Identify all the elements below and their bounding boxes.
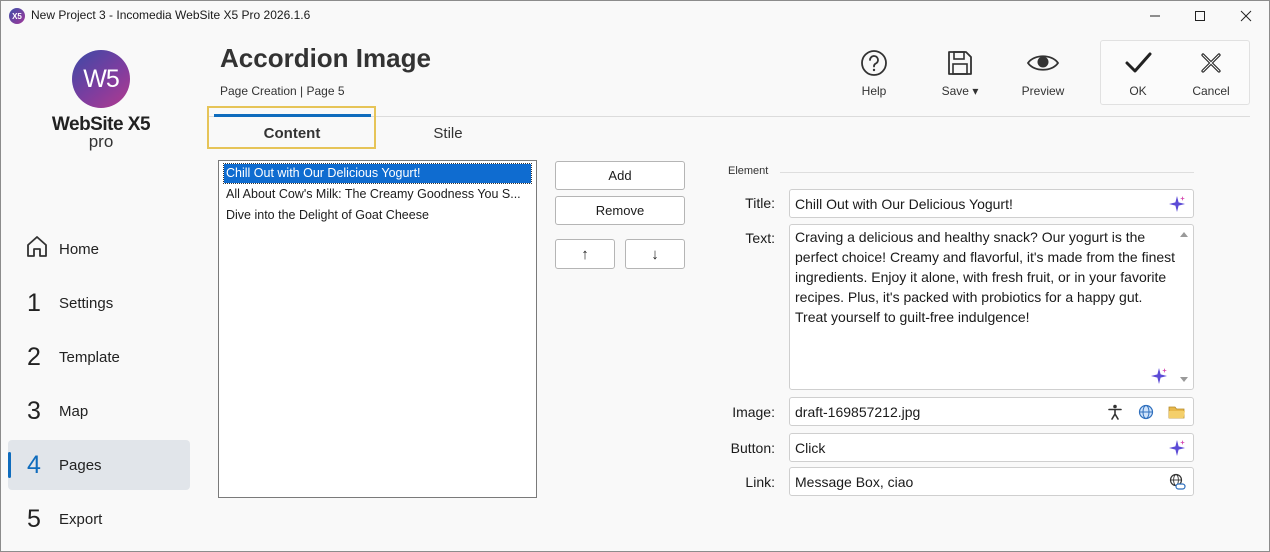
ai-sparkle-icon[interactable] bbox=[1168, 195, 1186, 213]
scroll-up-icon[interactable] bbox=[1178, 227, 1190, 241]
nav-label-template: Template bbox=[59, 348, 120, 366]
title-label: Title: bbox=[745, 195, 775, 211]
breadcrumb: Page Creation | Page 5 bbox=[220, 84, 345, 98]
nav-number: 3 bbox=[27, 396, 41, 425]
ai-sparkle-icon[interactable] bbox=[1150, 367, 1168, 385]
maximize-button[interactable] bbox=[1180, 0, 1220, 32]
maximize-icon bbox=[1195, 11, 1205, 21]
save-label: Save ▾ bbox=[941, 84, 979, 98]
link-globe-icon[interactable] bbox=[1168, 473, 1186, 491]
image-label: Image: bbox=[732, 404, 775, 420]
cancel-button[interactable]: Cancel bbox=[1176, 44, 1246, 104]
button-label: Button: bbox=[730, 440, 775, 456]
nav-item-template[interactable]: 2 Template bbox=[8, 332, 190, 382]
eye-icon bbox=[1026, 55, 1060, 71]
text-label: Text: bbox=[745, 230, 775, 246]
minimize-icon bbox=[1150, 15, 1160, 17]
button-text-field[interactable]: Click bbox=[789, 433, 1194, 462]
tab-style[interactable]: Stile bbox=[363, 118, 533, 150]
cancel-x-icon bbox=[1201, 53, 1221, 73]
preview-label: Preview bbox=[1021, 84, 1065, 98]
nav-label-settings: Settings bbox=[59, 294, 114, 312]
help-label: Help bbox=[861, 84, 887, 98]
move-down-button[interactable]: ↓ bbox=[625, 239, 685, 269]
list-item[interactable]: Dive into the Delight of Goat Cheese bbox=[224, 206, 531, 225]
button-value: Click bbox=[795, 440, 826, 456]
nav-label-export: Export bbox=[59, 510, 103, 528]
element-section-label: Element bbox=[728, 165, 769, 177]
nav-item-settings[interactable]: 1 Settings bbox=[8, 278, 190, 328]
chevron-down-icon: ▾ bbox=[972, 84, 979, 98]
image-value: draft-169857212.jpg bbox=[795, 404, 921, 420]
title-value: Chill Out with Our Delicious Yogurt! bbox=[795, 196, 1013, 212]
nav-label-pages: Pages bbox=[59, 456, 102, 474]
text-value: Craving a delicious and healthy snack? O… bbox=[795, 229, 1176, 325]
window-title: New Project 3 - Incomedia WebSite X5 Pro… bbox=[31, 8, 311, 22]
nav-item-map[interactable]: 3 Map bbox=[8, 386, 190, 436]
folder-icon[interactable] bbox=[1168, 403, 1186, 421]
text-field[interactable]: Craving a delicious and healthy snack? O… bbox=[789, 224, 1194, 390]
nav-number: 1 bbox=[27, 288, 41, 317]
globe-icon[interactable] bbox=[1137, 403, 1155, 421]
close-button[interactable] bbox=[1226, 0, 1266, 32]
logo-mark: W5 bbox=[72, 50, 130, 108]
accordion-item-list[interactable]: Chill Out with Our Delicious Yogurt! All… bbox=[218, 160, 537, 498]
minimize-button[interactable] bbox=[1135, 0, 1175, 32]
list-item[interactable]: Chill Out with Our Delicious Yogurt! bbox=[223, 163, 532, 184]
nav-number: 4 bbox=[27, 450, 41, 479]
nav-item-home[interactable]: Home bbox=[8, 224, 190, 274]
ok-label: OK bbox=[1129, 84, 1147, 98]
tab-content[interactable]: Content bbox=[207, 118, 377, 150]
logo-edition: pro bbox=[88, 132, 114, 151]
ai-sparkle-icon[interactable] bbox=[1168, 439, 1186, 457]
link-label: Link: bbox=[745, 474, 775, 490]
title-bar: X5 New Project 3 - Incomedia WebSite X5 … bbox=[0, 0, 1270, 32]
close-icon bbox=[1240, 10, 1252, 22]
help-button[interactable]: Help bbox=[839, 44, 909, 104]
section-divider bbox=[780, 172, 1194, 173]
nav-number: 2 bbox=[27, 342, 41, 371]
cancel-label: Cancel bbox=[1192, 84, 1230, 98]
app-icon: X5 bbox=[9, 8, 25, 24]
remove-button[interactable]: Remove bbox=[555, 196, 685, 225]
checkmark-icon bbox=[1125, 52, 1152, 73]
add-button[interactable]: Add bbox=[555, 161, 685, 190]
save-button[interactable]: Save ▾ bbox=[925, 44, 995, 104]
nav-item-pages[interactable]: 4 Pages bbox=[8, 440, 190, 490]
active-tab-indicator bbox=[214, 114, 371, 117]
link-value: Message Box, ciao bbox=[795, 474, 914, 490]
save-icon bbox=[948, 51, 972, 75]
scroll-down-icon[interactable] bbox=[1178, 373, 1190, 387]
nav-item-export[interactable]: 5 Export bbox=[8, 494, 190, 544]
list-item[interactable]: All About Cow's Milk: The Creamy Goodnes… bbox=[224, 185, 531, 204]
title-field[interactable]: Chill Out with Our Delicious Yogurt! bbox=[789, 189, 1194, 218]
page-title: Accordion Image bbox=[220, 43, 431, 73]
image-field[interactable]: draft-169857212.jpg bbox=[789, 397, 1194, 426]
link-field[interactable]: Message Box, ciao bbox=[789, 467, 1194, 496]
nav-label-map: Map bbox=[59, 402, 89, 420]
nav-number: 5 bbox=[27, 504, 41, 533]
preview-button[interactable]: Preview bbox=[1008, 44, 1078, 104]
ok-button[interactable]: OK bbox=[1103, 44, 1173, 104]
accessibility-icon[interactable] bbox=[1106, 403, 1124, 421]
help-icon bbox=[861, 50, 887, 76]
home-icon bbox=[24, 233, 47, 266]
move-up-button[interactable]: ↑ bbox=[555, 239, 615, 269]
nav-label-home: Home bbox=[59, 240, 100, 258]
